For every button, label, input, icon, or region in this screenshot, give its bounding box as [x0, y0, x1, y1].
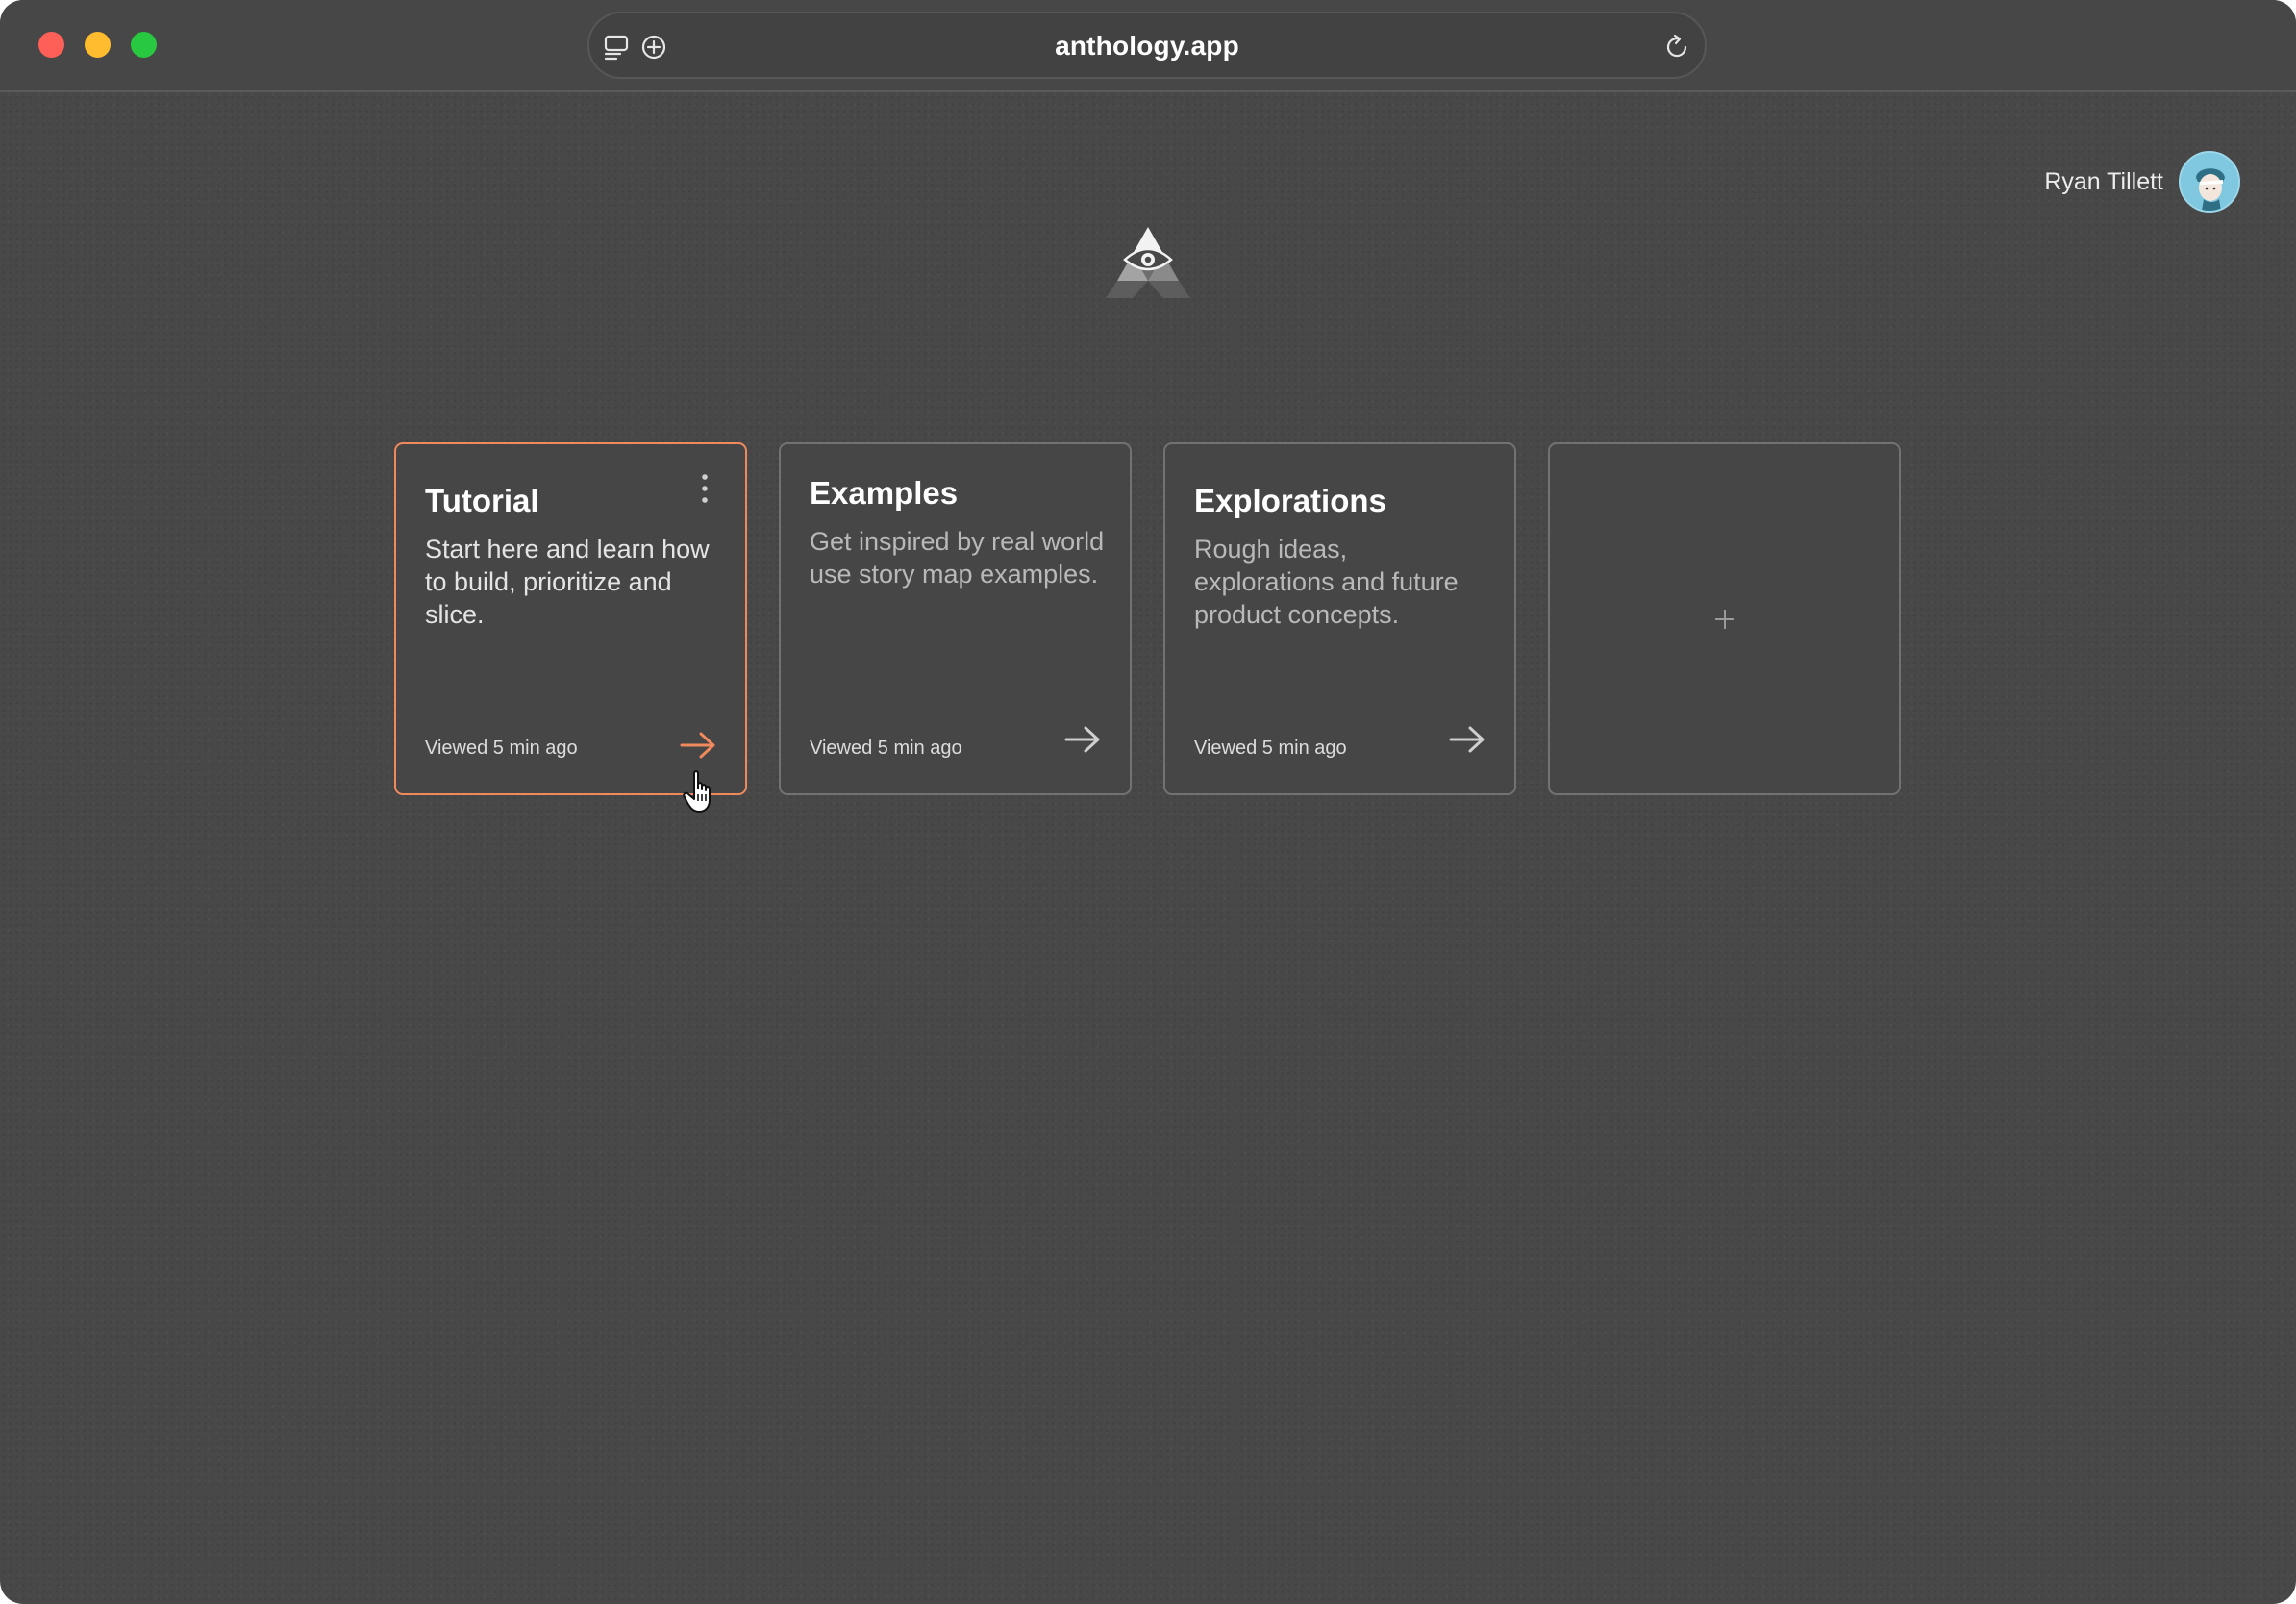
- add-anthology-card[interactable]: [1548, 442, 1901, 795]
- more-vertical-icon[interactable]: [699, 473, 711, 504]
- browser-window: anthology.app Ryan Tillett Tutorial Star…: [0, 0, 2296, 1604]
- url-text: anthology.app: [1055, 31, 1239, 61]
- card-viewed-time: Viewed 5 min ago: [425, 738, 578, 759]
- title-bar: anthology.app: [0, 0, 2296, 92]
- avatar-illustration-icon: [2181, 153, 2238, 211]
- arrow-right-icon[interactable]: [680, 731, 716, 760]
- card-explorations[interactable]: Explorations Rough ideas, explorations a…: [1163, 442, 1516, 795]
- card-description: Rough ideas, explorations and future pro…: [1194, 535, 1459, 629]
- arrow-right-icon[interactable]: [1449, 725, 1485, 754]
- card-description: Start here and learn how to build, prior…: [425, 535, 710, 629]
- user-name: Ryan Tillett: [2044, 167, 2163, 195]
- card-viewed-time: Viewed 5 min ago: [810, 738, 962, 759]
- card-title: Explorations: [1194, 483, 1386, 518]
- card-examples[interactable]: Examples Get inspired by real world use …: [779, 442, 1132, 795]
- address-bar[interactable]: anthology.app: [587, 12, 1707, 79]
- card-title: Examples: [810, 475, 959, 511]
- close-window-button[interactable]: [38, 32, 64, 58]
- zoom-window-button[interactable]: [131, 32, 157, 58]
- plus-icon[interactable]: [1713, 608, 1736, 631]
- card-viewed-time: Viewed 5 min ago: [1194, 738, 1347, 759]
- hand-cursor-icon: [683, 770, 711, 813]
- card-tutorial[interactable]: Tutorial Start here and learn how to bui…: [394, 442, 747, 795]
- arrow-right-icon[interactable]: [1064, 725, 1101, 754]
- card-title: Tutorial: [425, 483, 539, 518]
- reload-icon[interactable]: [1662, 33, 1691, 62]
- user-menu[interactable]: Ryan Tillett: [2044, 150, 2240, 213]
- anthology-logo: [1106, 227, 1190, 298]
- minimize-window-button[interactable]: [85, 32, 111, 58]
- avatar[interactable]: [2179, 151, 2240, 213]
- card-description: Get inspired by real world use story map…: [810, 527, 1105, 589]
